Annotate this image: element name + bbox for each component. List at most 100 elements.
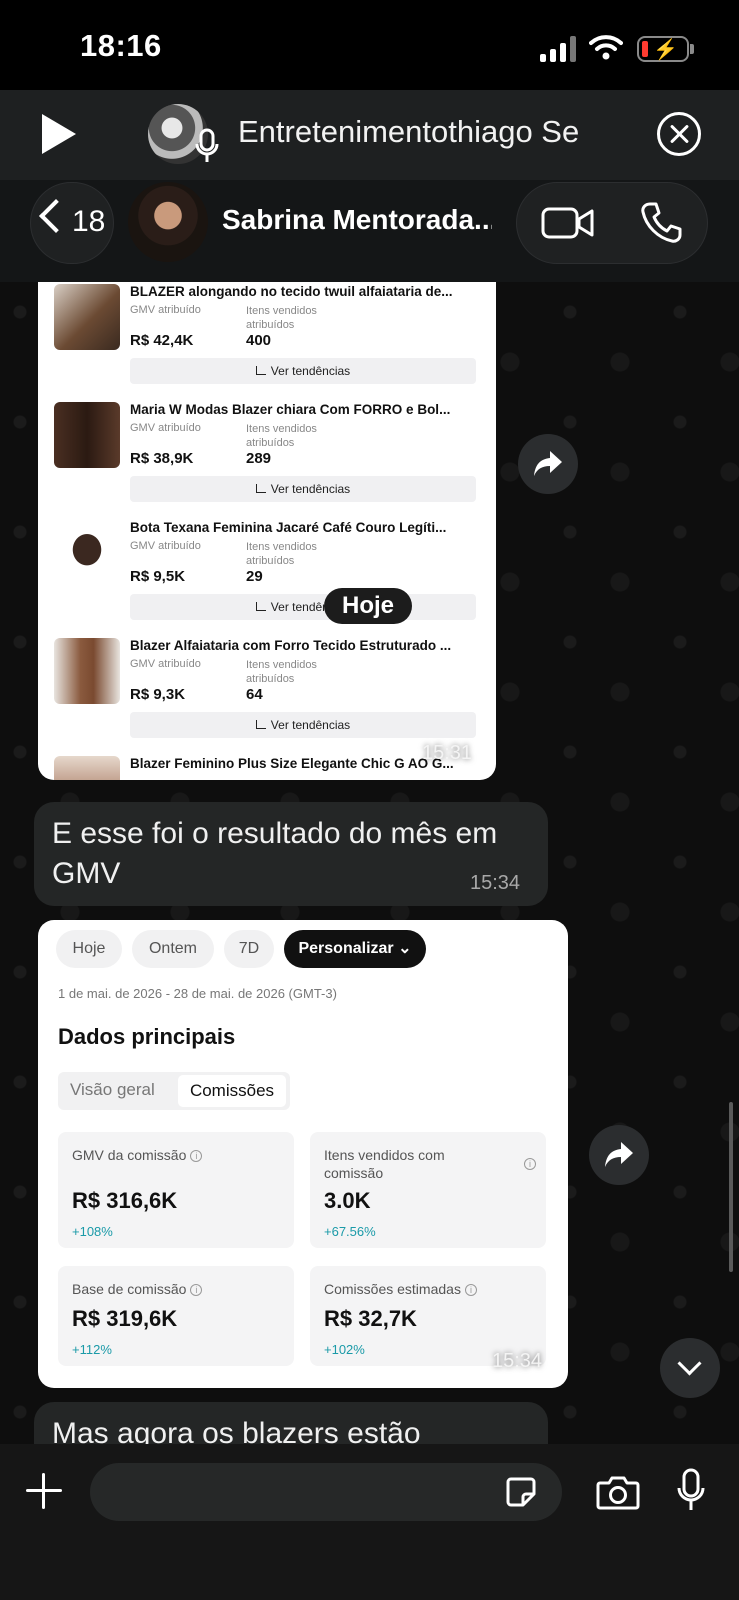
info-icon: i	[524, 1158, 536, 1170]
product-thumbnail	[54, 402, 120, 468]
mic-badge-icon	[195, 128, 219, 162]
info-icon: i	[190, 1150, 203, 1162]
tab-switch: Visão geral Comissões	[58, 1072, 290, 1110]
trend-label: Ver tendências	[270, 482, 351, 496]
sold-label: Itens vendidos atribuídos	[246, 541, 317, 567]
trend-icon	[255, 366, 266, 375]
dashboard-image[interactable]: Hoje Ontem 7D Personalizar ⌄ 1 de mai. d…	[38, 920, 568, 1388]
battery-cap	[690, 44, 694, 54]
metric-label: Base de comissão i	[72, 1280, 262, 1298]
product-title: BLAZER alongando no tecido twuil alfaiat…	[130, 284, 453, 299]
product-list-image[interactable]: BLAZER alongando no tecido twuil alfaiat…	[38, 282, 496, 780]
metric-value: R$ 319,6K	[72, 1306, 178, 1331]
battery-icon: ⚡	[637, 36, 689, 62]
forward-icon	[534, 451, 562, 476]
message-timestamp: 15:31	[422, 742, 473, 764]
product-sold: 64	[246, 686, 263, 703]
message-text: E esse foi o resultado do mês em GMV	[52, 817, 498, 890]
trend-button[interactable]: Ver tendências	[130, 712, 476, 738]
product-title: Maria W Modas Blazer chiara Com FORRO e …	[130, 402, 451, 417]
info-icon: i	[464, 1284, 477, 1296]
chip-personalizar: Personalizar ⌄	[284, 930, 426, 968]
mic-icon[interactable]	[676, 1468, 706, 1512]
metric-delta: +112%	[72, 1342, 112, 1357]
chat-area: BLAZER alongando no tecido twuil alfaiat…	[0, 282, 739, 1444]
section-title: Dados principais	[58, 1024, 236, 1049]
unread-count[interactable]: 18	[72, 205, 105, 239]
metric-label-text: Base de comissão	[72, 1281, 187, 1297]
sold-label: Itens vendidos atribuídos	[246, 423, 317, 449]
product-thumbnail	[54, 284, 120, 350]
gmv-label: GMV atribuído	[130, 658, 201, 670]
chip-yesterday: Ontem	[132, 930, 214, 968]
message-input[interactable]	[90, 1463, 562, 1521]
forward-icon	[605, 1142, 633, 1167]
trend-icon	[255, 602, 266, 611]
chip-7d: 7D	[224, 930, 274, 968]
product-title: Bota Texana Feminina Jacaré Café Couro L…	[130, 520, 447, 535]
date-chip: Hoje	[324, 588, 413, 624]
info-icon: i	[190, 1284, 203, 1296]
gmv-label: GMV atribuído	[130, 540, 201, 552]
contact-avatar[interactable]	[128, 182, 208, 262]
metric-delta: +108%	[72, 1224, 113, 1239]
chip-today: Hoje	[56, 930, 122, 968]
message-timestamp: 15:34	[492, 1350, 543, 1372]
trend-button[interactable]: Ver tendências	[130, 594, 476, 620]
plus-icon[interactable]	[26, 1473, 62, 1509]
sold-label: Itens vendidos atribuídos	[246, 305, 317, 331]
metric-delta: +102%	[324, 1342, 365, 1357]
product-thumbnail	[54, 638, 120, 704]
trend-label: Ver tendências	[270, 718, 351, 732]
play-icon[interactable]	[42, 114, 76, 154]
date-range: 1 de mai. de 2026 - 28 de mai. de 2026 (…	[58, 986, 337, 1001]
product-gmv: R$ 42,4K	[130, 332, 194, 349]
product-thumbnail	[54, 756, 120, 780]
trend-icon	[255, 484, 266, 493]
sticker-icon[interactable]	[505, 1476, 537, 1508]
product-gmv: R$ 38,9K	[130, 450, 194, 467]
trend-button[interactable]: Ver tendências	[130, 358, 476, 384]
status-time: 18:16	[80, 28, 162, 63]
product-gmv: R$ 9,3K	[130, 686, 186, 703]
scroll-down-button[interactable]	[660, 1338, 720, 1398]
metric-delta: +67.56%	[324, 1224, 376, 1239]
metric-label: Comissões estimadas i	[324, 1280, 514, 1298]
scrollbar[interactable]	[729, 1102, 733, 1272]
gmv-label: GMV atribuído	[130, 304, 201, 316]
forward-button[interactable]	[518, 434, 578, 494]
message-timestamp: 15:34	[470, 872, 521, 894]
metric-card: Base de comissão i R$ 319,6K +112%	[58, 1266, 294, 1366]
forward-button[interactable]	[589, 1125, 649, 1185]
signal-icon	[540, 36, 576, 62]
metric-label: Itens vendidos com comissão	[324, 1147, 445, 1181]
video-icon[interactable]	[541, 206, 595, 240]
metric-label-text: Comissões estimadas	[324, 1281, 461, 1297]
sold-label: Itens vendidos atribuídos	[246, 659, 317, 685]
trend-button[interactable]: Ver tendências	[130, 476, 476, 502]
tab-commissions: Comissões	[178, 1075, 286, 1107]
metric-value: R$ 316,6K	[72, 1188, 178, 1213]
product-gmv: R$ 9,5K	[130, 568, 186, 585]
contact-name[interactable]: Sabrina Mentorada...	[222, 204, 492, 236]
metric-card: Itens vendidos com comissão i 3.0K +67.5…	[310, 1132, 546, 1248]
tab-overview: Visão geral	[70, 1080, 155, 1099]
product-sold: 400	[246, 332, 272, 349]
product-sold: 289	[246, 450, 272, 467]
close-icon[interactable]	[657, 112, 701, 156]
audio-title[interactable]: Entretenimentothiago Se	[238, 114, 592, 150]
gmv-label: GMV atribuído	[130, 422, 201, 434]
chip-personalizar-label: Personalizar	[298, 940, 394, 957]
trend-label: Ver tendências	[270, 364, 351, 378]
camera-icon[interactable]	[596, 1474, 640, 1510]
metric-label: GMV da comissão i	[72, 1146, 262, 1164]
message-text: Mas agora os blazers estão	[52, 1417, 421, 1444]
message-bubble[interactable]: Mas agora os blazers estão	[34, 1402, 548, 1444]
product-thumbnail	[54, 520, 120, 586]
trend-icon	[255, 720, 266, 729]
metric-card: GMV da comissão i R$ 316,6K +108%	[58, 1132, 294, 1248]
metric-label-text: GMV da comissão	[72, 1147, 187, 1163]
metric-value: 3.0K	[324, 1188, 371, 1213]
product-title: Blazer Alfaiataria com Forro Tecido Estr…	[130, 638, 452, 653]
phone-icon[interactable]	[640, 200, 684, 244]
